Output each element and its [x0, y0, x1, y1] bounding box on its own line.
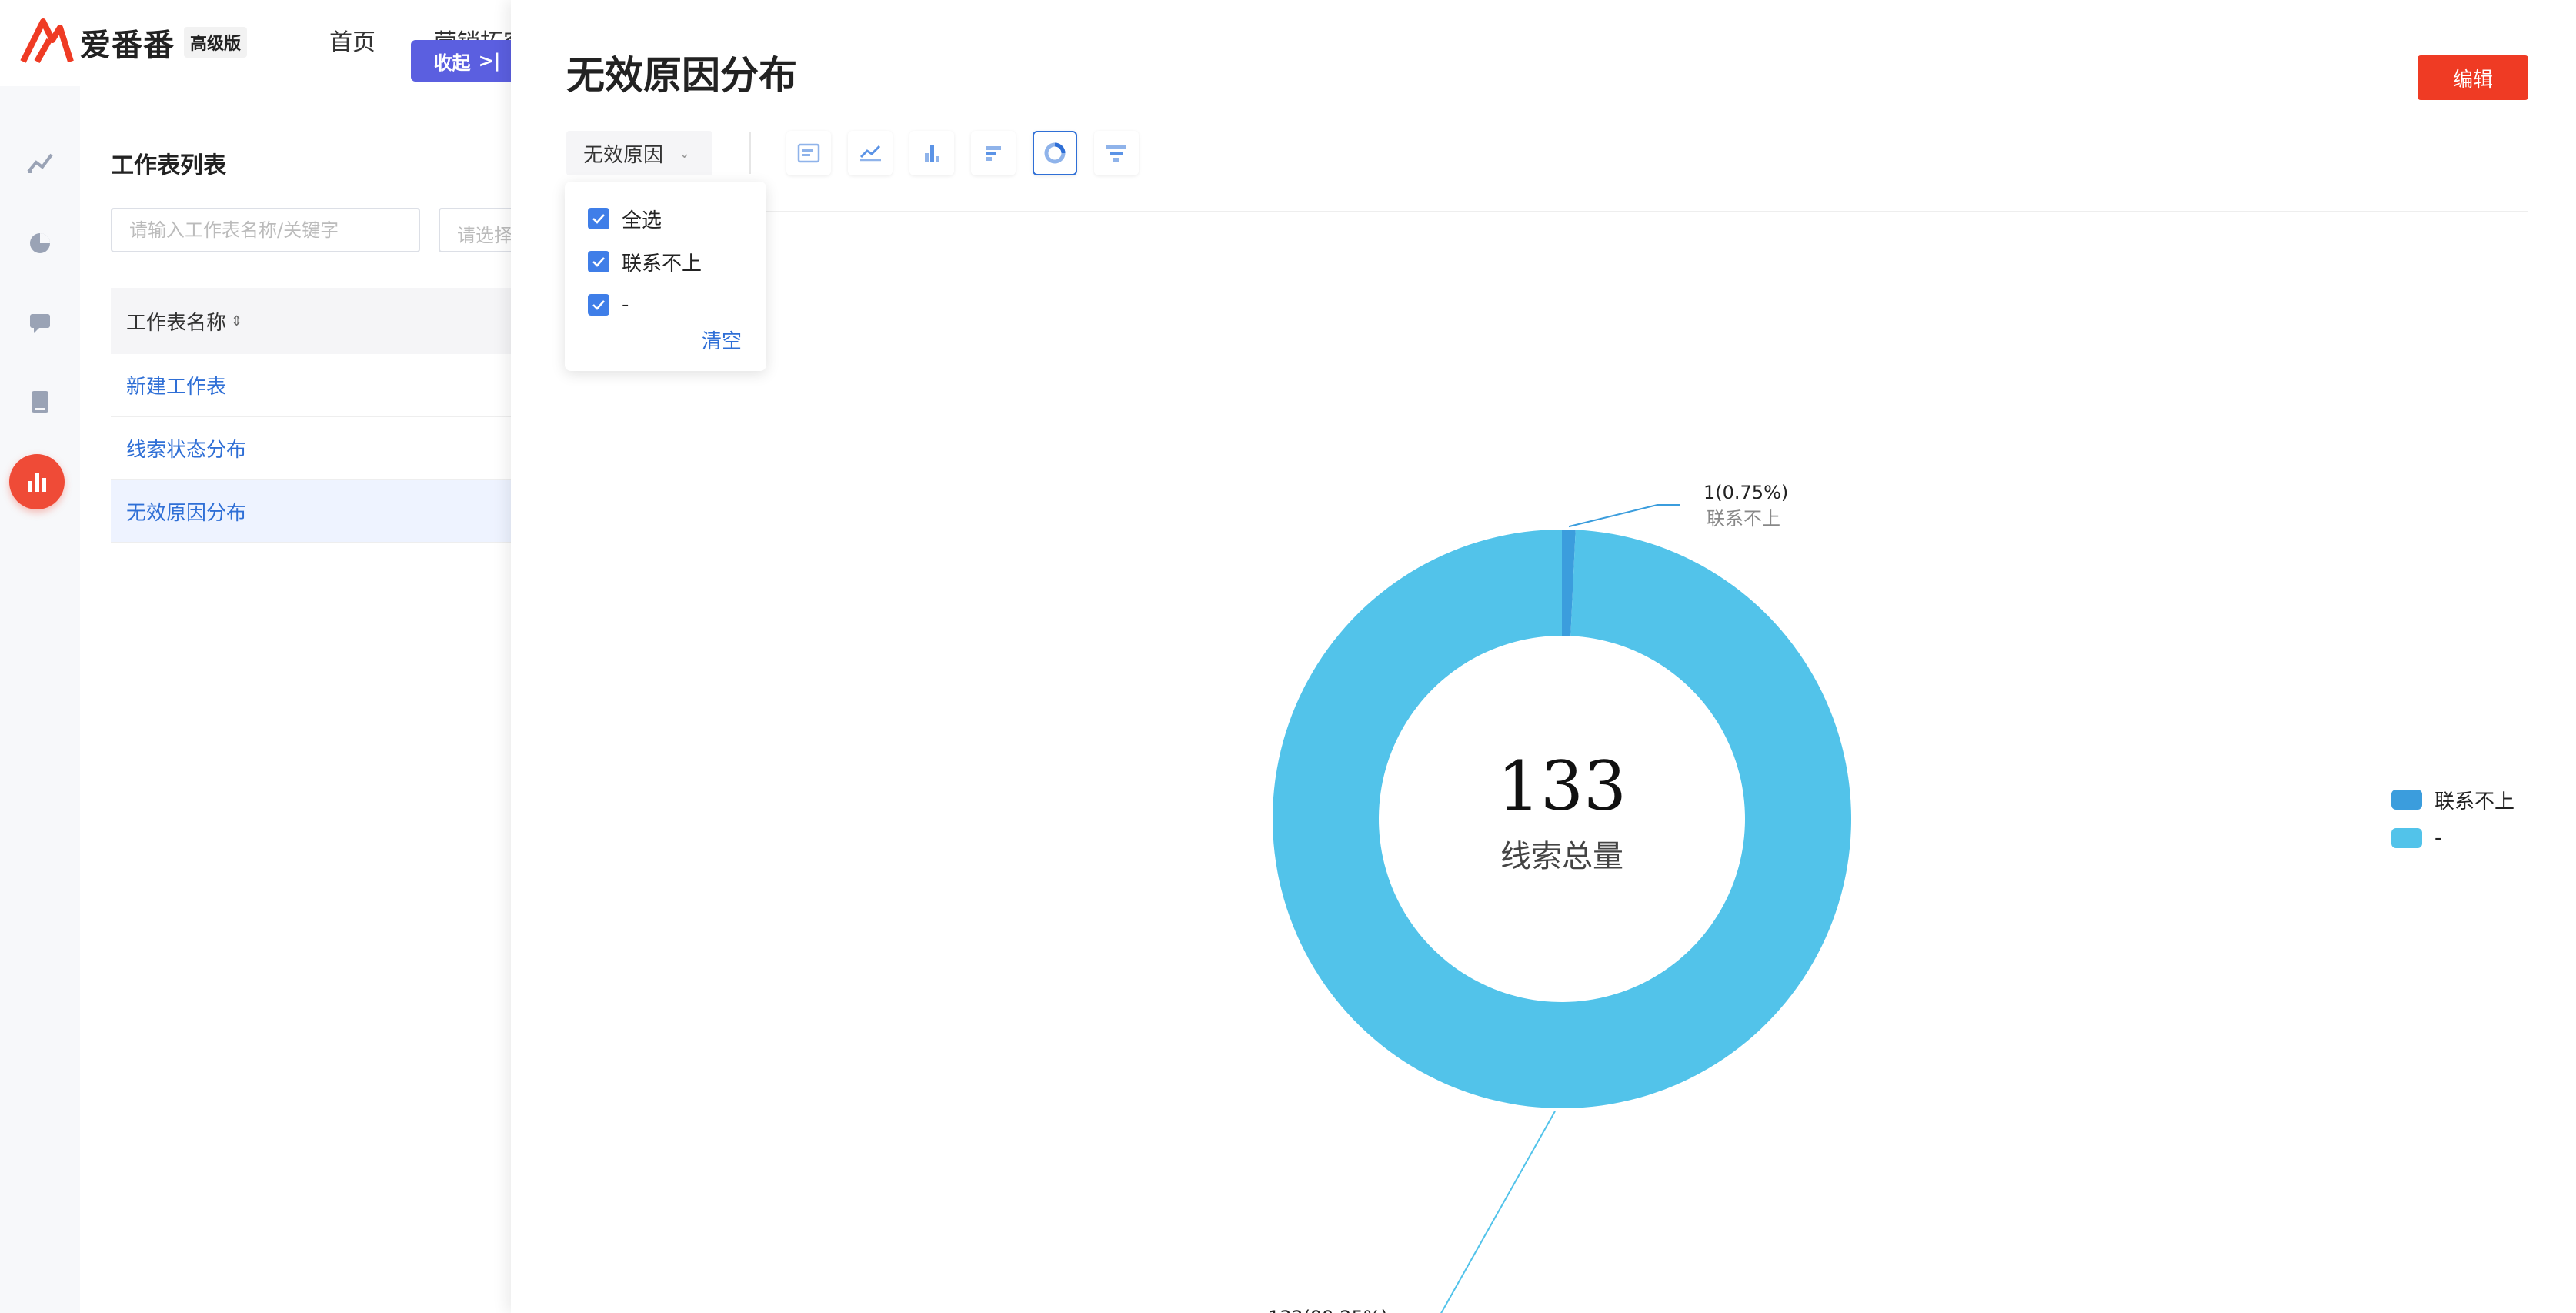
legend-item[interactable]: - — [2391, 819, 2514, 857]
chart-detail-panel: 无效原因分布 编辑 无效原因 ⌄ 1(0.75%) 联系不上 132(99.25%)… — [511, 0, 2576, 1313]
sheet-row[interactable]: 线索状态分布 — [111, 417, 542, 480]
donut-chart: 1(0.75%)联系不上132(99.25%)-133线索总量 — [1268, 482, 1851, 1313]
logo[interactable]: 爱番番 高级版 — [20, 17, 248, 68]
collapse-label: 收起 — [433, 52, 471, 74]
message-icon[interactable] — [22, 305, 58, 342]
line-chart-icon[interactable] — [848, 131, 893, 175]
nav-home[interactable]: 首页 — [329, 23, 375, 57]
center-total-label: 线索总量 — [1500, 839, 1623, 874]
bar-chart-icon[interactable] — [909, 131, 954, 175]
data-label-category: 联系不上 — [1707, 508, 1780, 530]
legend-swatch — [2391, 828, 2422, 848]
checkbox-checked-icon[interactable] — [588, 251, 609, 272]
tablet-icon[interactable] — [22, 383, 58, 420]
data-label-value: 1(0.75%) — [1703, 482, 1788, 503]
option-label: - — [622, 293, 629, 316]
table-icon[interactable] — [786, 131, 831, 175]
trend-chart-icon[interactable] — [22, 145, 58, 182]
chart-legend: 联系不上 - — [2391, 780, 2514, 857]
logo-name: 爱番番 — [80, 28, 175, 63]
field-select[interactable]: 无效原因 ⌄ — [566, 131, 712, 175]
column-sheet-name: 工作表名称 — [126, 311, 227, 335]
sheet-row-selected[interactable]: 无效原因分布 — [111, 480, 542, 543]
legend-swatch — [2391, 790, 2422, 810]
left-icon-rail — [0, 86, 80, 1313]
sheet-table-header[interactable]: 工作表名称 ⇕ — [111, 288, 542, 354]
horizontal-bar-icon[interactable] — [971, 131, 1016, 175]
option-dash[interactable]: - — [588, 283, 743, 326]
donut-chart-icon[interactable] — [1033, 131, 1077, 175]
chart-title: 无效原因分布 — [566, 53, 797, 98]
legend-label: - — [2434, 827, 2442, 850]
edition-badge: 高级版 — [184, 27, 248, 58]
checkbox-checked-icon[interactable] — [588, 294, 609, 316]
option-unreachable[interactable]: 联系不上 — [588, 240, 743, 283]
sheet-list-title: 工作表列表 — [111, 152, 226, 179]
legend-item[interactable]: 联系不上 — [2391, 780, 2514, 819]
sheet-row[interactable]: 新建工作表 — [111, 354, 542, 417]
chevron-down-icon: ⌄ — [679, 145, 691, 162]
collapse-arrow-icon: >| — [478, 50, 501, 72]
toolbar-divider — [749, 132, 751, 174]
pie-chart-icon[interactable] — [22, 225, 58, 262]
field-filter-dropdown: 全选 联系不上 - 清空 — [565, 182, 766, 371]
legend-label: 联系不上 — [2434, 790, 2515, 814]
sort-icon[interactable]: ⇕ — [231, 313, 242, 329]
checkbox-checked-icon[interactable] — [588, 208, 609, 229]
sheet-search-input[interactable] — [111, 208, 420, 252]
collapse-button[interactable]: 收起 >| — [411, 40, 523, 82]
data-label-value: 132(99.25%) — [1268, 1307, 1388, 1313]
edit-button[interactable]: 编辑 — [2418, 55, 2528, 100]
callout-line — [1440, 1111, 1556, 1313]
field-select-value: 无效原因 — [583, 143, 664, 167]
toolbar-divider-line — [566, 211, 2528, 212]
funnel-chart-icon[interactable] — [1094, 131, 1139, 175]
option-label: 全选 — [622, 209, 662, 232]
center-total-value: 133 — [1497, 747, 1627, 826]
callout-line — [1568, 504, 1680, 528]
sheet-list-panel: 工作表列表 请选择 工作表名称 ⇕ 新建工作表 线索状态分布 无效原因分布 — [80, 86, 592, 1313]
clear-link[interactable]: 清空 — [702, 326, 742, 354]
option-select-all[interactable]: 全选 — [588, 197, 743, 240]
option-label: 联系不上 — [622, 252, 702, 276]
logo-icon — [20, 17, 74, 68]
bar-chart-icon[interactable] — [9, 454, 65, 509]
